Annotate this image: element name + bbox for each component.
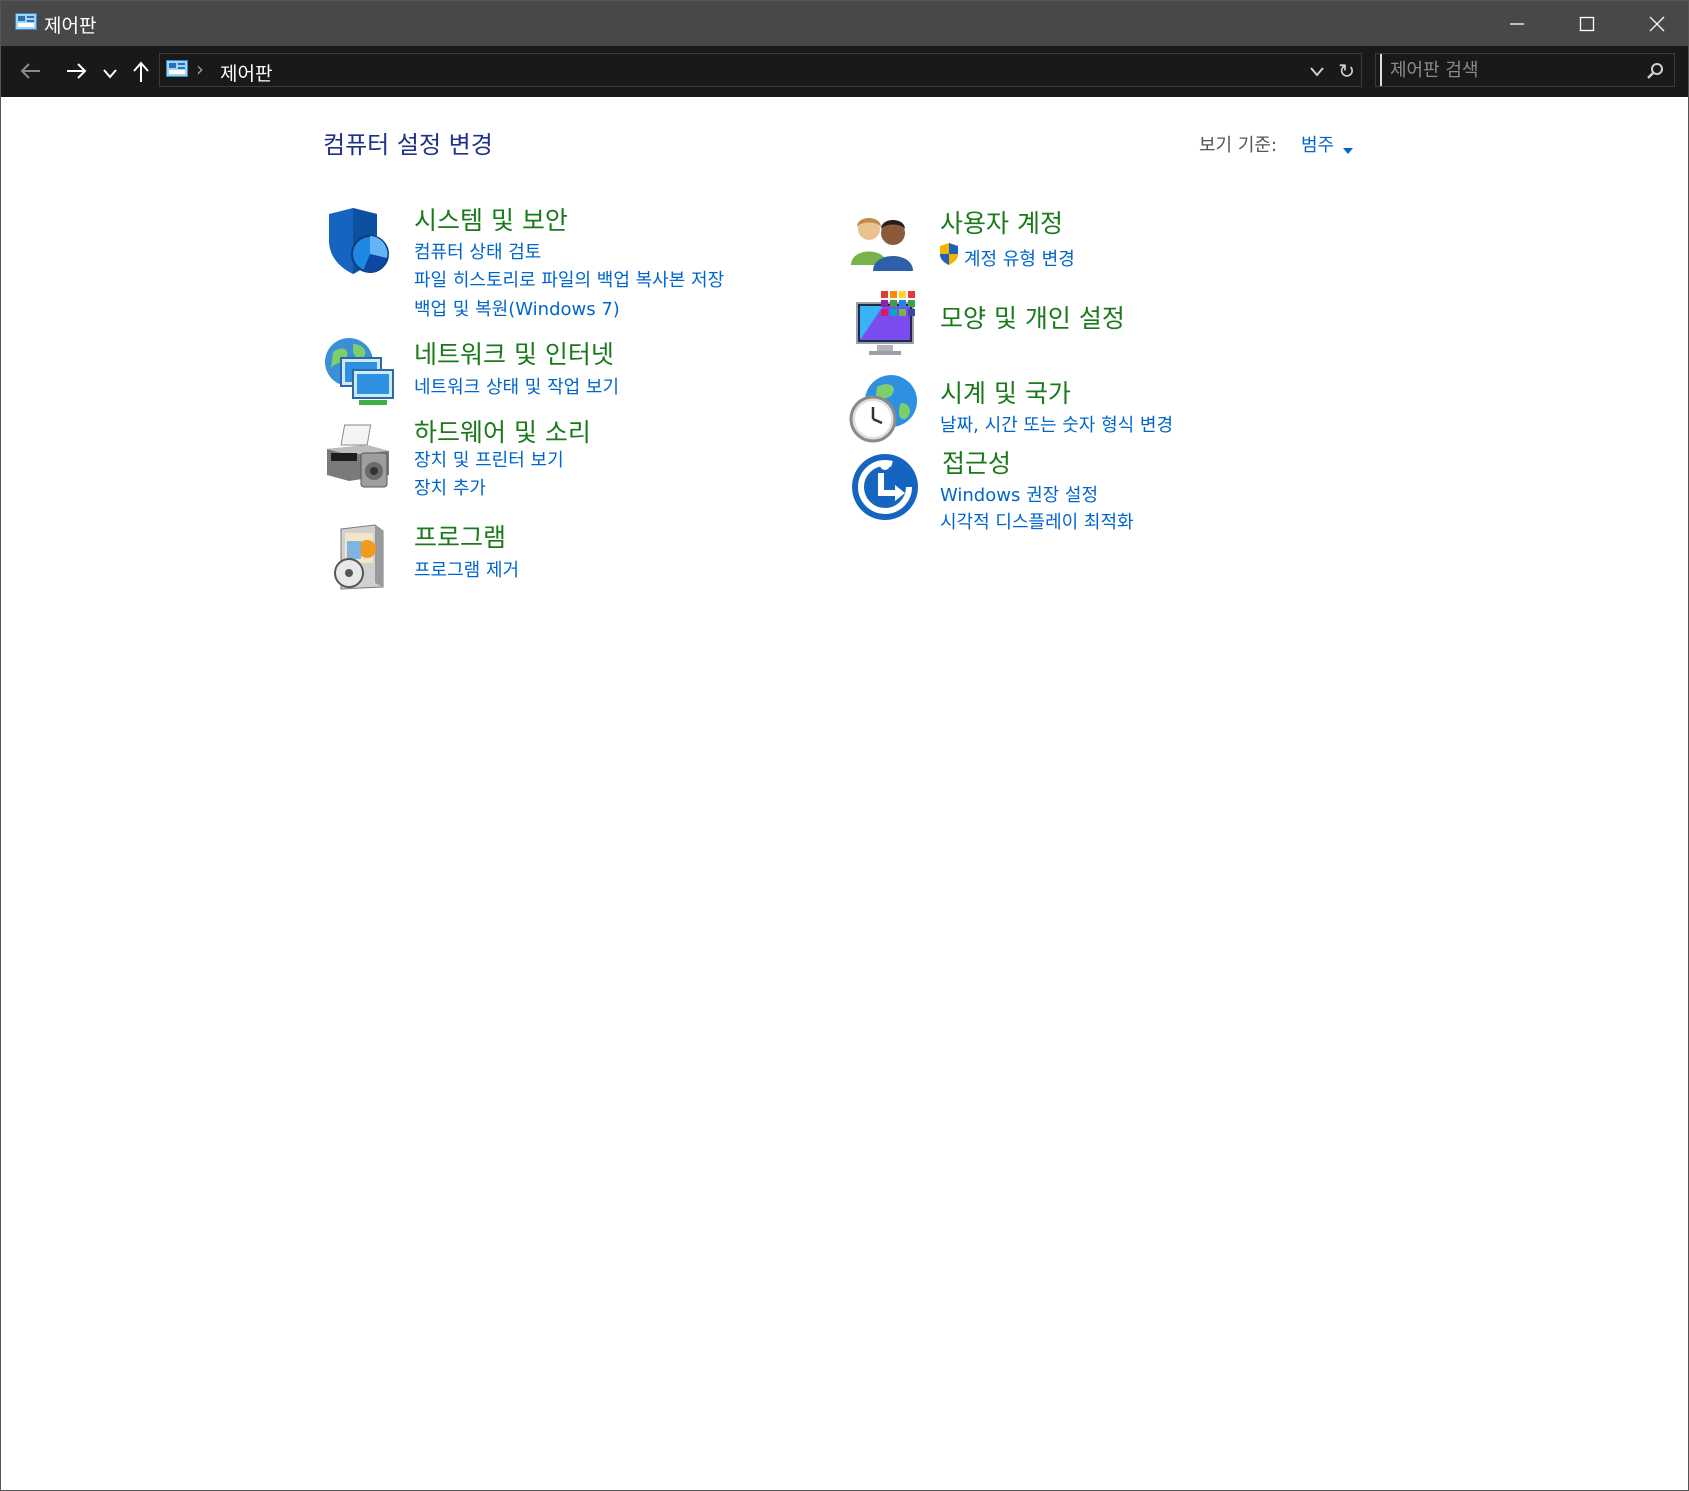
address-history-dropdown-icon[interactable] [1309, 63, 1325, 82]
link-add-device[interactable]: 장치 추가 [414, 474, 486, 500]
link-change-date-time-format[interactable]: 날짜, 시간 또는 숫자 형식 변경 [940, 411, 1173, 437]
link-network-status-tasks[interactable]: 네트워크 상태 및 작업 보기 [414, 373, 619, 399]
link-devices-printers[interactable]: 장치 및 프린터 보기 [414, 446, 564, 472]
window-title: 제어판 [44, 15, 97, 37]
title-bar: 제어판 [1, 1, 1688, 46]
refresh-icon[interactable]: ↻ [1338, 59, 1355, 83]
users-icon[interactable] [849, 209, 919, 277]
breadcrumb-chevron-icon[interactable]: › [196, 57, 204, 81]
view-by-label: 보기 기준: [1199, 135, 1278, 156]
category-title-appearance-personalization[interactable]: 모양 및 개인 설정 [940, 299, 1125, 335]
control-panel-icon [15, 13, 37, 35]
accessibility-icon[interactable] [851, 453, 919, 525]
category-title-user-accounts[interactable]: 사용자 계정 [940, 204, 1063, 240]
caret-down-icon[interactable] [1343, 139, 1353, 158]
search-icon[interactable] [1646, 62, 1664, 84]
control-panel-icon [166, 60, 188, 82]
network-icon[interactable] [323, 336, 397, 412]
uac-shield-icon [938, 242, 960, 271]
forward-arrow-icon[interactable] [64, 60, 88, 86]
category-title-system-security[interactable]: 시스템 및 보안 [414, 201, 568, 237]
category-title-programs[interactable]: 프로그램 [414, 518, 506, 554]
shield-icon[interactable] [323, 206, 393, 282]
category-title-clock-region[interactable]: 시계 및 국가 [940, 374, 1071, 410]
link-windows-recommended-settings[interactable]: Windows 권장 설정 [940, 481, 1098, 507]
address-bar[interactable]: › 제어판 ↻ [159, 53, 1362, 87]
programs-icon[interactable] [323, 523, 393, 595]
link-review-computer-status[interactable]: 컴퓨터 상태 검토 [414, 238, 541, 264]
link-file-history-backup[interactable]: 파일 히스토리로 파일의 백업 복사본 저장 [414, 266, 724, 292]
control-panel-window: 제어판 › 제어판 ↻ 제어판 검색 컴퓨터 설정 변경 보기 기준: 범주 시… [0, 0, 1689, 1491]
link-change-account-type[interactable]: 계정 유형 변경 [964, 245, 1075, 271]
maximize-button[interactable] [1551, 1, 1621, 46]
up-arrow-icon[interactable] [130, 60, 152, 88]
printer-icon[interactable] [323, 423, 393, 495]
clock-globe-icon[interactable] [849, 373, 921, 449]
category-title-network-internet[interactable]: 네트워크 및 인터넷 [414, 335, 614, 371]
minimize-button[interactable] [1481, 1, 1551, 46]
navigation-bar: › 제어판 ↻ [1, 46, 1688, 97]
link-uninstall-program[interactable]: 프로그램 제거 [414, 556, 519, 582]
page-title: 컴퓨터 설정 변경 [323, 131, 493, 159]
view-by-dropdown[interactable]: 범주 [1301, 131, 1334, 157]
category-title-ease-of-access[interactable]: 접근성 [942, 444, 1011, 480]
search-input[interactable] [1380, 54, 1630, 86]
search-box[interactable] [1375, 53, 1675, 87]
link-backup-restore-win7[interactable]: 백업 및 복원(Windows 7) [414, 295, 620, 321]
appearance-icon[interactable] [853, 289, 923, 363]
close-button[interactable] [1621, 1, 1689, 46]
category-title-hardware-sound[interactable]: 하드웨어 및 소리 [414, 413, 591, 449]
link-optimize-visual-display[interactable]: 시각적 디스플레이 최적화 [940, 508, 1134, 534]
back-arrow-icon[interactable] [19, 60, 43, 86]
breadcrumb[interactable]: 제어판 [220, 59, 272, 86]
chevron-down-icon[interactable] [102, 65, 118, 84]
